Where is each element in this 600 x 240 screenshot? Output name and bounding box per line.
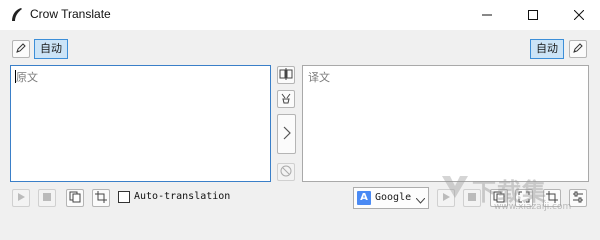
chevron-down-icon — [415, 194, 426, 207]
crop-icon — [95, 190, 107, 206]
window-title: Crow Translate — [30, 7, 111, 21]
translation-language-auto-button[interactable]: 自动 — [530, 39, 564, 59]
pencil-icon — [15, 42, 27, 57]
crop-icon — [546, 190, 558, 206]
swap-icon — [279, 67, 293, 83]
abort-button[interactable] — [277, 163, 295, 181]
source-placeholder: 原文 — [16, 71, 38, 84]
stop-circle-icon — [280, 165, 292, 180]
translate-button[interactable] — [277, 114, 296, 154]
engine-label: Google — [375, 192, 412, 203]
engine-select[interactable]: A Google — [353, 187, 429, 209]
stop-icon — [467, 192, 477, 205]
copy-icon — [493, 191, 505, 206]
google-translate-icon: A — [357, 191, 371, 205]
translation-placeholder: 译文 — [308, 71, 330, 84]
settings-button[interactable] — [569, 189, 587, 207]
fullscreen-icon — [518, 191, 530, 206]
source-edit-languages-button[interactable] — [12, 40, 30, 58]
source-stop-button[interactable] — [38, 189, 56, 207]
play-icon — [16, 192, 26, 205]
pencil-icon — [572, 42, 584, 57]
source-ocr-button[interactable] — [92, 189, 110, 207]
title-bar: Crow Translate — [0, 0, 600, 30]
translation-ocr-button[interactable] — [543, 189, 561, 207]
swap-languages-button[interactable] — [277, 66, 295, 84]
stop-icon — [42, 192, 52, 205]
translation-edit-languages-button[interactable] — [569, 40, 587, 58]
auto-translation-checkbox[interactable] — [118, 191, 130, 203]
source-language-auto-button[interactable]: 自动 — [34, 39, 68, 59]
translation-copy-all-button[interactable] — [515, 189, 533, 207]
maximize-button[interactable] — [510, 0, 556, 30]
chevron-right-icon — [283, 126, 291, 143]
crow-logo-icon — [10, 7, 24, 23]
copy-all-button[interactable] — [277, 90, 295, 108]
minimize-button[interactable] — [464, 0, 510, 30]
broom-icon — [280, 92, 292, 107]
source-copy-button[interactable] — [66, 189, 84, 207]
translation-copy-button[interactable] — [490, 189, 508, 207]
source-text-input[interactable]: 原文 — [10, 65, 271, 182]
translation-stop-button[interactable] — [463, 189, 481, 207]
copy-icon — [69, 191, 81, 206]
close-button[interactable] — [556, 0, 600, 30]
translation-text-output[interactable]: 译文 — [302, 65, 589, 182]
source-play-button[interactable] — [12, 189, 30, 207]
play-icon — [441, 192, 451, 205]
translation-play-button[interactable] — [437, 189, 455, 207]
auto-translation-label[interactable]: Auto-translation — [134, 191, 230, 202]
sliders-icon — [572, 191, 584, 206]
